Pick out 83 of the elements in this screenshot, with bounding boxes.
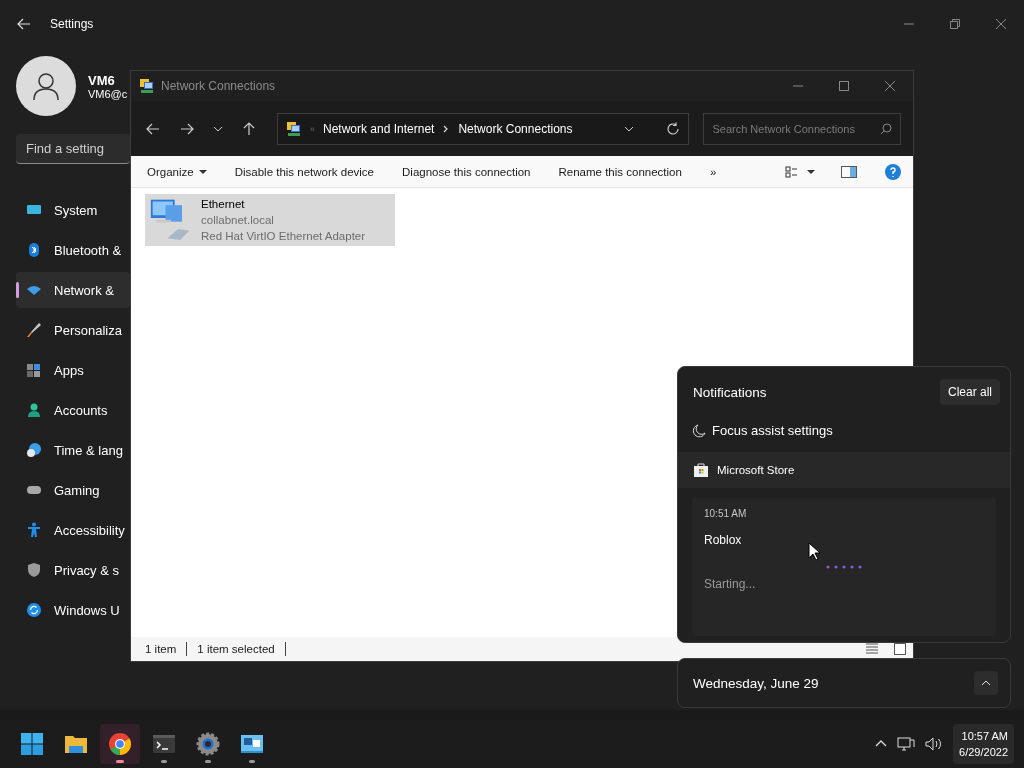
command-button[interactable]: Diagnose this connection [394, 161, 539, 182]
refresh-icon [666, 121, 681, 136]
globe-clock-icon [26, 442, 42, 458]
shield-icon [26, 562, 42, 578]
restore-icon [950, 19, 960, 29]
network-connections-icon [286, 120, 302, 137]
update-icon [26, 602, 42, 618]
nav-item[interactable]: Privacy & s [16, 552, 130, 588]
dropdown-caret-icon [198, 167, 207, 176]
nav-item[interactable]: Time & lang [16, 432, 130, 468]
address-bar[interactable]: « Network and Internet Network Connections [277, 112, 690, 145]
person-icon [26, 402, 42, 418]
view-list-icon [785, 164, 799, 179]
up-arrow-icon [241, 120, 257, 137]
window-title: Settings [50, 17, 94, 31]
store-bag-icon [693, 462, 709, 478]
status-text: 1 item selected [197, 643, 275, 655]
tiles-view-icon [893, 642, 907, 656]
calendar-date: Wednesday, June 29 [693, 675, 819, 691]
notification-status: Starting... [704, 577, 757, 591]
user-email: VM6@c [88, 87, 128, 100]
person-icon [31, 71, 61, 101]
nav-item[interactable]: System [16, 192, 130, 228]
connection-detail: collabnet.local [201, 213, 275, 228]
command-button[interactable]: Disable this network device [226, 161, 382, 182]
notification-time: 10:51 AM [704, 508, 748, 519]
connection-item[interactable]: Ethernet collabnet.local Red Hat VirtIO Ethernet Adapter [145, 194, 395, 246]
volume-icon [925, 736, 944, 752]
back-arrow-icon [16, 16, 32, 32]
nav-item[interactable]: Bluetooth & [16, 232, 130, 268]
user-name: VM6 [88, 72, 116, 88]
breadcrumb[interactable]: Network and Internet [323, 121, 435, 136]
nav-item[interactable]: Accounts [16, 392, 130, 428]
close-icon [885, 81, 895, 91]
network-connections-icon [139, 78, 155, 94]
status-text: 1 item [145, 643, 177, 655]
bluetooth-icon [26, 242, 42, 258]
dropdown-caret-icon [807, 167, 815, 176]
more-commands-button[interactable]: » [701, 161, 725, 182]
search-field[interactable]: Find a setting [16, 134, 130, 164]
window-title: Network Connections [161, 79, 276, 93]
command-button[interactable]: Rename this connection [550, 161, 690, 182]
accessibility-icon [26, 522, 42, 538]
terminal-icon [152, 732, 176, 756]
moon-icon [692, 423, 706, 438]
nav-item[interactable]: Windows U [16, 592, 130, 628]
pane-icon [841, 164, 857, 179]
brush-icon [26, 322, 42, 338]
selection-indicator [16, 282, 19, 298]
details-view-icon [865, 642, 879, 656]
clock[interactable]: 10:57 AM 6/29/2022 [953, 724, 1014, 764]
panel-title: Notifications [693, 384, 767, 400]
focus-assist-link[interactable]: Focus assist settings [712, 423, 833, 438]
app-name: Microsoft Store [717, 464, 795, 476]
taskbar-button[interactable] [100, 724, 140, 764]
nav-item[interactable]: Apps [16, 352, 130, 388]
help-icon [885, 163, 901, 180]
notification-title: Roblox [704, 533, 743, 547]
tiles-view-button[interactable] [891, 640, 909, 658]
breadcrumb[interactable]: Network Connections [458, 121, 573, 136]
command-button[interactable]: Organize [139, 161, 215, 182]
loading-dots-icon [826, 565, 862, 569]
help-button[interactable] [883, 161, 903, 182]
close-icon [996, 19, 1006, 29]
notification-card[interactable]: 10:51 AM Roblox Starting... [692, 498, 996, 636]
nav-item[interactable]: Personaliza [16, 312, 130, 348]
nav-item[interactable]: Accessibility [16, 512, 130, 548]
connection-detail: Red Hat VirtIO Ethernet Adapter [201, 229, 366, 244]
gear-icon [196, 732, 220, 756]
maximize-icon [839, 81, 849, 91]
cursor-icon [808, 542, 820, 561]
chrome-icon [108, 732, 132, 756]
network-window-icon [240, 732, 264, 756]
nav-item[interactable]: Gaming [16, 472, 130, 508]
search-icon [880, 122, 892, 135]
windows-logo-icon [20, 732, 44, 756]
network-monitor-icon [897, 736, 916, 752]
search-field[interactable]: Search Network Connections [703, 112, 901, 145]
connection-name: Ethernet [201, 197, 246, 212]
nav-item[interactable]: Network & [16, 272, 130, 308]
chevron-up-icon [981, 678, 991, 688]
apps-icon [26, 362, 42, 378]
clear-all-button[interactable]: Clear all [940, 379, 1000, 405]
